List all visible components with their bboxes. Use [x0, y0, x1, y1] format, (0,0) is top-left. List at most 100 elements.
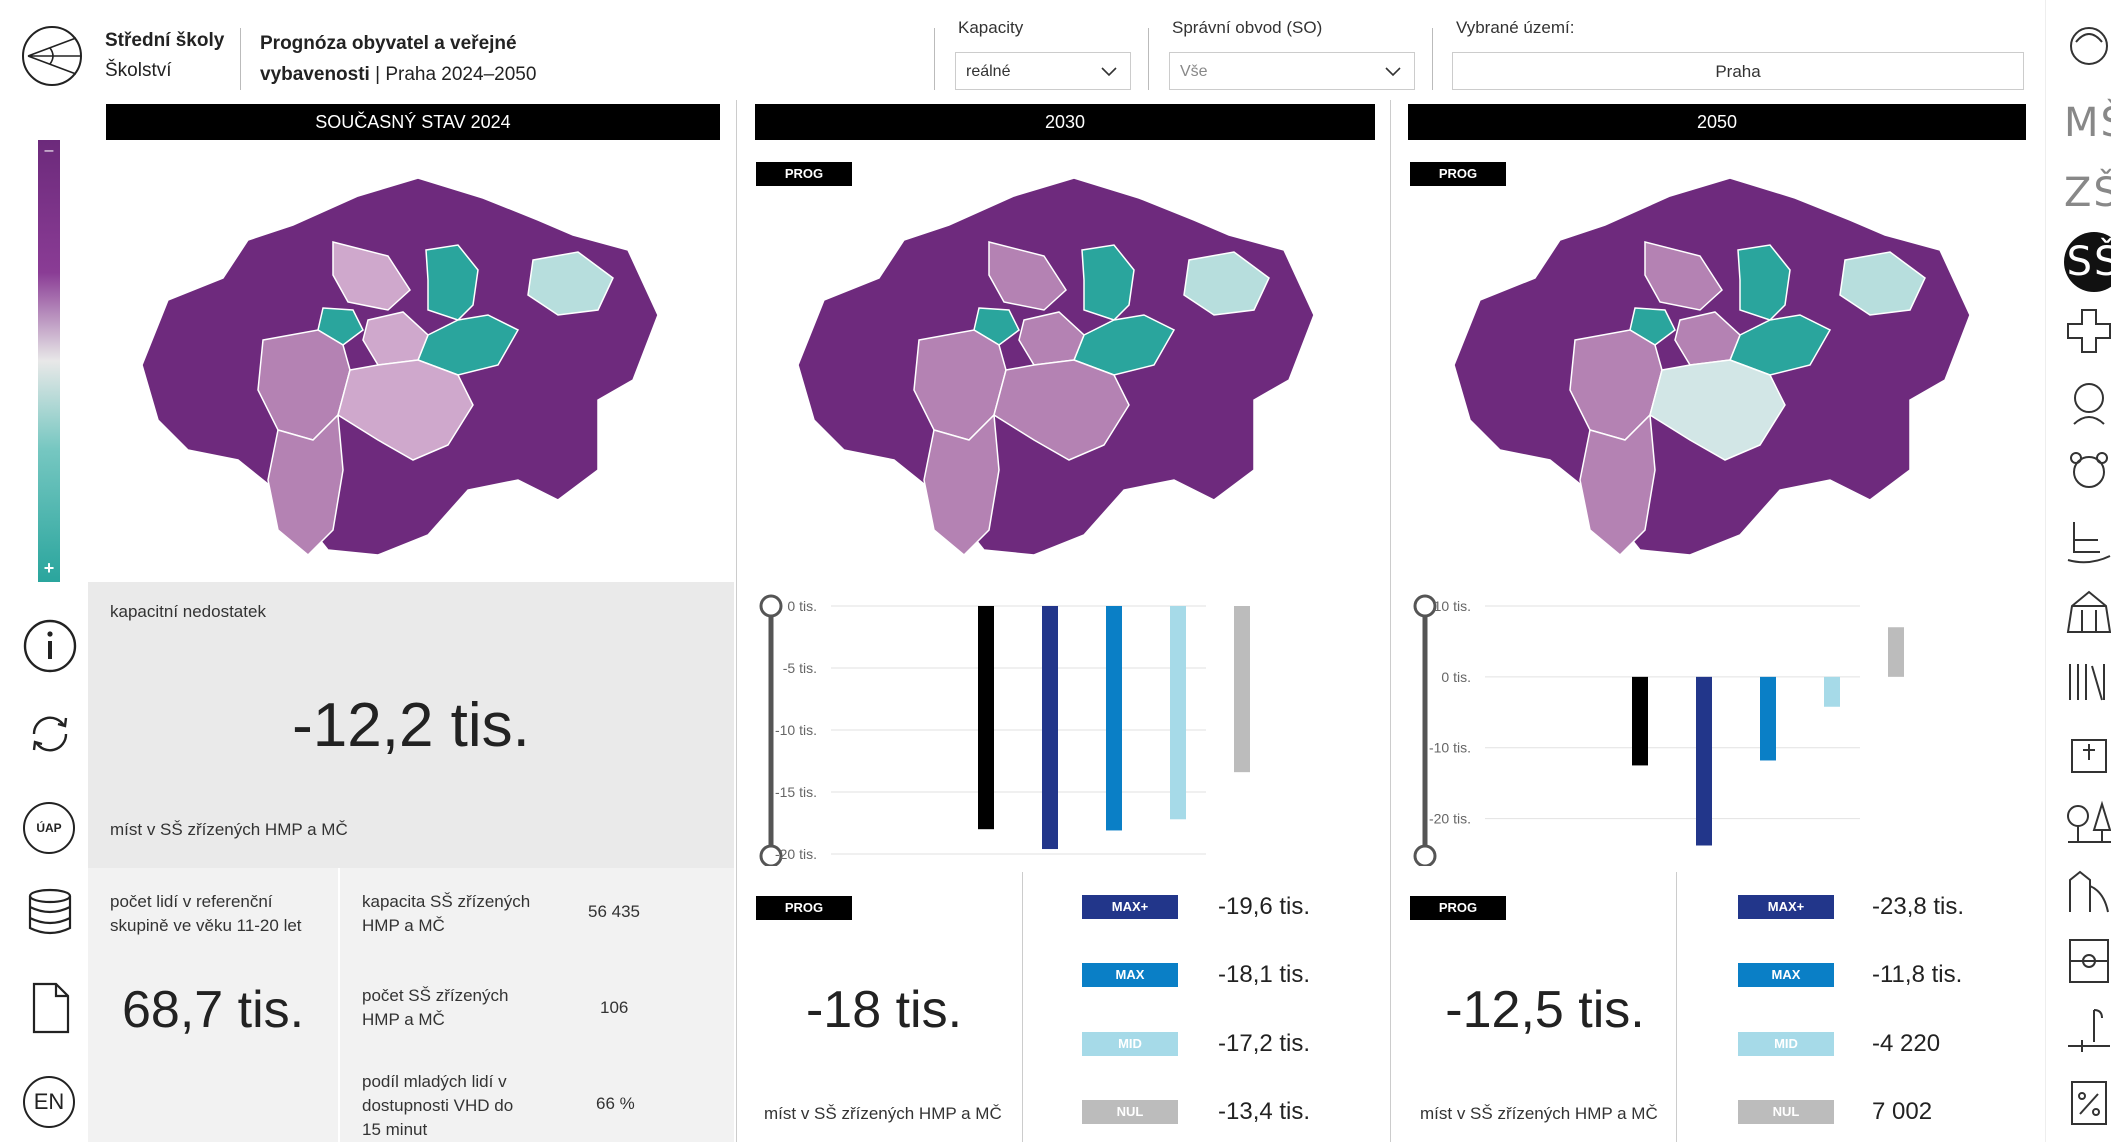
- scenario-badge-maxplus-2050: MAX+: [1738, 895, 1834, 919]
- senior-icon[interactable]: [2064, 376, 2111, 426]
- nav-zs-primary-schools[interactable]: ZŠ: [2064, 170, 2111, 216]
- nav-ms-kindergartens[interactable]: MŠ: [2064, 100, 2111, 146]
- y-tick-label: 0 tis.: [1441, 669, 1471, 685]
- bar-maxplus[interactable]: [1042, 606, 1058, 850]
- scenario-badge-max-2030: MAX: [1082, 963, 1178, 987]
- library-books-icon[interactable]: [2064, 656, 2111, 706]
- school-count-value: 106: [600, 998, 629, 1017]
- playground-icon[interactable]: [2064, 866, 2111, 916]
- prog-badge-2050-kpi: PROG: [1410, 896, 1506, 920]
- database-icon[interactable]: [22, 884, 78, 940]
- scenario-value-mid-2050: -4 220: [1872, 1030, 1941, 1057]
- map-prague-2030[interactable]: [784, 160, 1334, 570]
- y-tick-label: -5 tis.: [783, 660, 817, 676]
- scenario-value-maxplus-2050: -23,8 tis.: [1872, 893, 1965, 920]
- report-title-rest: | Praha 2024–2050: [369, 64, 537, 85]
- scenario-value-maxplus-2030: -19,6 tis.: [1218, 893, 1311, 920]
- column-title-2030: 2030: [755, 104, 1375, 140]
- filter-capacity-value: reálné: [966, 63, 1011, 80]
- y-tick-label: 0 tis.: [787, 598, 817, 614]
- capacity-value: 56 435: [588, 902, 640, 921]
- language-en-button[interactable]: EN: [23, 1076, 75, 1128]
- scenario-badge-nul-2030: NUL: [1082, 1100, 1178, 1124]
- bar-max[interactable]: [1106, 606, 1122, 831]
- column-divider: [1390, 100, 1391, 1142]
- kpi-caption-2024: míst v SŠ zřízených HMP a MČ: [110, 820, 348, 839]
- chevron-down-icon: [1385, 67, 1401, 77]
- header: Střední školy Školství Prognóza obyvatel…: [0, 0, 2045, 100]
- clipboard-percent-icon[interactable]: [2064, 1076, 2111, 1126]
- header-divider: [934, 28, 935, 90]
- y-tick-label: -20 tis.: [1429, 811, 1471, 827]
- map-prague-2050[interactable]: [1440, 160, 1990, 570]
- scenario-value-nul-2050: 7 002: [1872, 1098, 1933, 1125]
- y-tick-label: -10 tis.: [775, 722, 817, 738]
- bar-maxplus[interactable]: [1696, 676, 1712, 846]
- legend-plus: +: [43, 558, 55, 578]
- filter-so-value: Vše: [1180, 63, 1208, 80]
- filter-so-select[interactable]: Vše: [1169, 52, 1415, 90]
- kpi-value-2050: -12,5 tis.: [1445, 981, 1645, 1039]
- app-logo-icon[interactable]: [20, 24, 84, 88]
- header-divider: [1432, 28, 1433, 90]
- bar-chart-2030: 0 tis. -5 tis. -10 tis. -15 tis. -20 tis.: [759, 594, 1250, 866]
- refresh-icon[interactable]: [22, 706, 78, 762]
- rocking-chair-icon[interactable]: [2064, 516, 2111, 566]
- scenario-badge-nul-2050: NUL: [1738, 1100, 1834, 1124]
- church-icon[interactable]: [2064, 726, 2111, 776]
- swimming-pool-icon[interactable]: [2064, 1006, 2111, 1056]
- bar-mid[interactable]: [1170, 606, 1186, 820]
- bar-prog[interactable]: [978, 606, 994, 830]
- column-title-2024: SOUČASNÝ STAV 2024: [106, 104, 720, 140]
- info-icon[interactable]: [22, 618, 78, 674]
- bar-max[interactable]: [1760, 676, 1776, 761]
- scenario-badge-mid-2030: MID: [1082, 1032, 1178, 1056]
- scenario-badge-max-2050: MAX: [1738, 963, 1834, 987]
- filter-area-field[interactable]: Praha: [1452, 52, 2024, 90]
- school-count-label: počet SŠ zřízených HMP a MČ: [362, 986, 509, 1029]
- kpi-value-2024: -12,2 tis.: [292, 691, 530, 760]
- sports-field-icon[interactable]: [2064, 936, 2111, 986]
- filter-capacity-select[interactable]: reálné: [955, 52, 1131, 90]
- y-tick-label: -15 tis.: [775, 784, 817, 800]
- app-subtitle: Školství: [105, 60, 172, 81]
- health-cross-icon[interactable]: [2064, 306, 2111, 356]
- filter-area-value: Praha: [1715, 62, 1761, 81]
- nav-ss-secondary-schools[interactable]: SŠ: [2064, 232, 2111, 292]
- report-title: Prognóza obyvatel a veřejné vybavenosti …: [260, 28, 600, 90]
- scenario-badge-mid-2050: MID: [1738, 1032, 1834, 1056]
- circus-tent-icon[interactable]: [2064, 586, 2111, 636]
- kpi-caption-2030: míst v SŠ zřízených HMP a MČ: [764, 1104, 1002, 1123]
- filter-so-label: Správní obvod (SO): [1172, 18, 1323, 37]
- kpi-value-2030: -18 tis.: [805, 981, 963, 1039]
- bar-mid[interactable]: [1824, 676, 1840, 707]
- bar-nul[interactable]: [1888, 627, 1904, 677]
- kpi-divider-2030: [1022, 872, 1023, 1142]
- uap-button[interactable]: ÚAP: [23, 802, 75, 854]
- right-sidebar: MŠ ZŠ SŠ: [2045, 0, 2111, 1142]
- filter-capacity-label: Kapacity: [958, 18, 1024, 37]
- color-legend-bar: [38, 140, 60, 582]
- capacity-label: kapacita SŠ zřízených HMP a MČ: [362, 892, 531, 935]
- filter-area-label: Vybrané území:: [1456, 18, 1575, 37]
- kpi-caption-2050: míst v SŠ zřízených HMP a MČ: [1420, 1104, 1658, 1123]
- accessibility-value: 66 %: [596, 1094, 635, 1113]
- person-icon[interactable]: [2064, 22, 2111, 72]
- legend-minus: –: [44, 142, 54, 159]
- teddy-bear-icon[interactable]: [2064, 446, 2111, 496]
- population-label: počet lidí v referenční skupině ve věku …: [110, 892, 302, 935]
- scenario-value-max-2050: -11,8 tis.: [1872, 961, 1963, 988]
- document-icon[interactable]: [22, 980, 78, 1036]
- bar-chart-2050: 10 tis. 0 tis. -10 tis. -20 tis.: [1413, 594, 1904, 866]
- prog-badge-2030-kpi: PROG: [756, 896, 852, 920]
- column-title-2050: 2050: [1408, 104, 2026, 140]
- y-tick-label: -10 tis.: [1429, 740, 1471, 756]
- bar-prog[interactable]: [1632, 676, 1648, 766]
- kpi-label-2024: kapacitní nedostatek: [110, 602, 266, 621]
- accessibility-label: podíl mladých lidí v dostupnosti VHD do …: [362, 1072, 514, 1139]
- bar-nul[interactable]: [1234, 606, 1250, 773]
- header-divider: [240, 28, 241, 90]
- map-prague-2024[interactable]: [128, 160, 678, 570]
- trees-icon[interactable]: [2064, 796, 2111, 846]
- column-divider: [736, 100, 737, 1142]
